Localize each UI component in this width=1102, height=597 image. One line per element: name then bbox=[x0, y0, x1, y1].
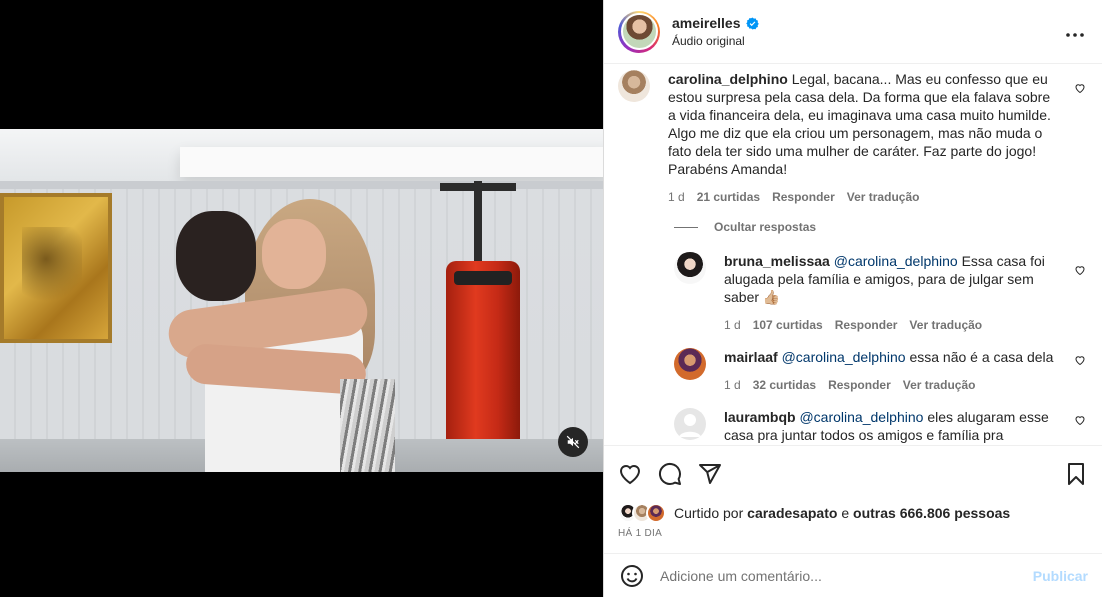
likes-prefix: Curtido por bbox=[674, 505, 744, 521]
reply-likes[interactable]: 107 curtidas bbox=[753, 316, 823, 334]
more-horizontal-icon bbox=[1066, 32, 1084, 37]
liker-username[interactable]: caradesapato bbox=[747, 505, 837, 521]
audio-label[interactable]: Áudio original bbox=[672, 34, 759, 48]
comment-button[interactable] bbox=[658, 462, 682, 486]
reply-item: bruna_melissaa @carolina_delphino Essa c… bbox=[674, 252, 1088, 334]
video-scene-light bbox=[180, 147, 603, 177]
liker-avatar bbox=[646, 503, 666, 523]
video-scene-dress bbox=[340, 379, 395, 472]
author-avatar[interactable] bbox=[618, 10, 660, 53]
comment-time[interactable]: 1 d bbox=[668, 188, 685, 206]
save-button[interactable] bbox=[1064, 462, 1088, 486]
translate-button[interactable]: Ver tradução bbox=[903, 376, 976, 394]
bookmark-icon bbox=[1068, 463, 1084, 485]
emoji-smiley-icon bbox=[621, 564, 643, 587]
reply-avatar[interactable] bbox=[674, 348, 706, 380]
like-reply-heart-icon[interactable] bbox=[1074, 264, 1086, 276]
video-scene-woman-face bbox=[262, 219, 326, 289]
reply-meta: 1 d 32 curtidas Responder Ver tradução bbox=[724, 376, 1060, 394]
reply-item: laurambqb @carolina_delphino eles alugar… bbox=[674, 408, 1088, 444]
hide-replies-label: Ocultar respostas bbox=[714, 220, 817, 234]
heart-icon bbox=[619, 465, 641, 485]
mute-button[interactable] bbox=[558, 427, 588, 457]
author-username[interactable]: ameirelles bbox=[672, 15, 741, 31]
reply-time[interactable]: 1 d bbox=[724, 316, 741, 334]
reply-username[interactable]: bruna_melissaa bbox=[724, 253, 830, 269]
emoji-button[interactable] bbox=[620, 564, 644, 588]
reply-meta: 1 d 107 curtidas Responder Ver tradução bbox=[724, 316, 1060, 334]
more-options-button[interactable] bbox=[1062, 18, 1088, 46]
like-reply-heart-icon[interactable] bbox=[1074, 354, 1086, 366]
comment-avatar[interactable] bbox=[618, 70, 650, 102]
comment-composer: Publicar bbox=[604, 553, 1102, 597]
reply-button[interactable]: Responder bbox=[772, 188, 835, 206]
reply-button[interactable]: Responder bbox=[835, 316, 898, 334]
reply-likes[interactable]: 32 curtidas bbox=[753, 376, 816, 394]
post-panel: ameirelles Áudio original carolina_delph… bbox=[603, 0, 1102, 597]
replies-divider bbox=[674, 226, 698, 228]
comment-likes[interactable]: 21 curtidas bbox=[697, 188, 760, 206]
reply-text: essa não é a casa dela bbox=[909, 349, 1054, 365]
reply-item: mairlaaf @carolina_delphino essa não é a… bbox=[674, 348, 1088, 394]
reply-avatar[interactable] bbox=[674, 408, 706, 440]
default-avatar-icon bbox=[679, 414, 701, 437]
post-header: ameirelles Áudio original bbox=[604, 0, 1102, 64]
send-paper-plane-icon bbox=[699, 464, 721, 484]
reply-mention[interactable]: @carolina_delphino bbox=[799, 409, 923, 425]
comment-item: carolina_delphino Legal, bacana... Mas e… bbox=[618, 70, 1088, 206]
share-button[interactable] bbox=[698, 462, 722, 486]
reply-username[interactable]: mairlaaf bbox=[724, 349, 778, 365]
like-button[interactable] bbox=[618, 462, 642, 486]
hide-replies-toggle[interactable]: Ocultar respostas bbox=[674, 220, 1088, 234]
likes-text: Curtido por caradesapato e outras 666.80… bbox=[674, 505, 1010, 521]
comment-bubble-icon bbox=[658, 462, 681, 485]
translate-button[interactable]: Ver tradução bbox=[909, 316, 982, 334]
speaker-muted-icon bbox=[566, 435, 580, 449]
reply-username[interactable]: laurambqb bbox=[724, 409, 796, 425]
reply-mention[interactable]: @carolina_delphino bbox=[834, 253, 958, 269]
publish-button[interactable]: Publicar bbox=[1033, 568, 1088, 584]
video-player[interactable] bbox=[0, 129, 603, 472]
video-scene-man-head bbox=[176, 211, 256, 301]
reply-button[interactable]: Responder bbox=[828, 376, 891, 394]
comment-meta: 1 d 21 curtidas Responder Ver tradução bbox=[668, 188, 1060, 206]
video-scene-bag-chain bbox=[474, 181, 482, 273]
likes-summary: Curtido por caradesapato e outras 666.80… bbox=[618, 502, 1088, 524]
translate-button[interactable]: Ver tradução bbox=[847, 188, 920, 206]
likes-connector: e bbox=[841, 505, 850, 521]
like-comment-heart-icon[interactable] bbox=[1074, 82, 1086, 94]
video-scene-painting bbox=[0, 193, 112, 343]
others-likes-link[interactable]: outras 666.806 pessoas bbox=[853, 505, 1010, 521]
comment-username[interactable]: carolina_delphino bbox=[668, 71, 788, 87]
verified-badge-icon bbox=[745, 17, 759, 29]
reply-mention[interactable]: @carolina_delphino bbox=[782, 349, 906, 365]
media-pane bbox=[0, 0, 603, 597]
post-actions: Curtido por caradesapato e outras 666.80… bbox=[604, 445, 1102, 539]
reply-avatar[interactable] bbox=[674, 252, 706, 284]
comment-text-block: carolina_delphino Legal, bacana... Mas e… bbox=[668, 70, 1060, 178]
like-reply-heart-icon[interactable] bbox=[1074, 414, 1086, 426]
comment-input[interactable] bbox=[660, 567, 1033, 584]
reply-time[interactable]: 1 d bbox=[724, 376, 741, 394]
comments-list[interactable]: carolina_delphino Legal, bacana... Mas e… bbox=[604, 65, 1102, 445]
post-date[interactable]: HÁ 1 DIA bbox=[618, 528, 1088, 539]
